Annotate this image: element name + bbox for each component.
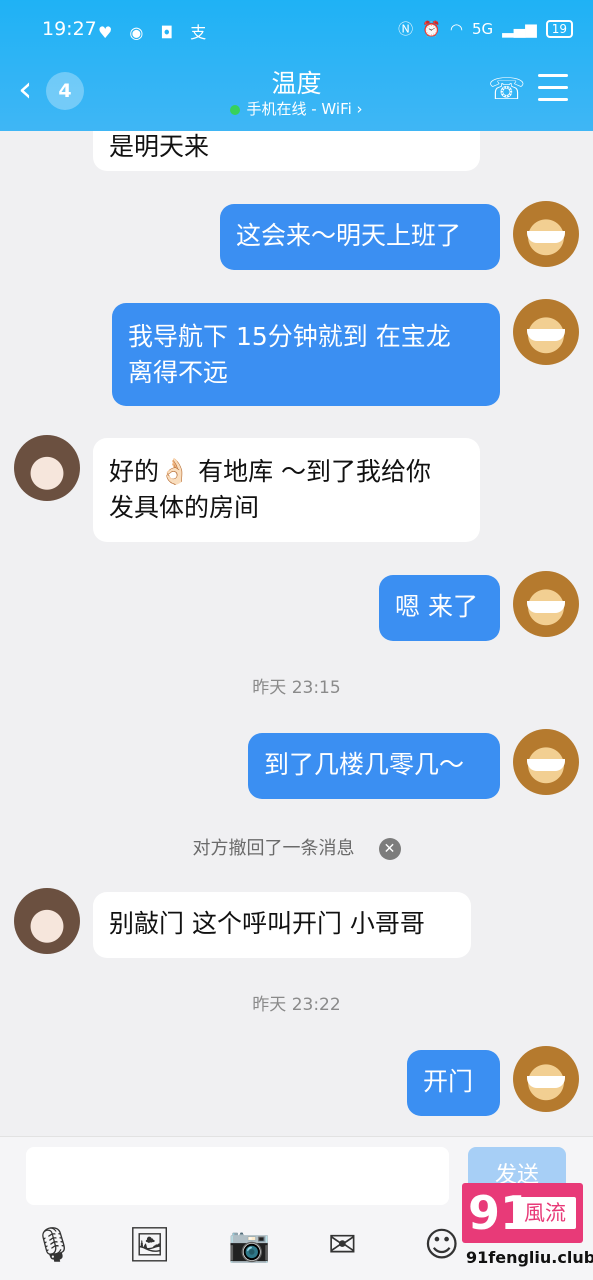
menu-icon[interactable]: [538, 74, 568, 102]
my-avatar[interactable]: [513, 571, 579, 637]
chat-header: 19:27 ♥ ◉ ◘ 支 Ⓝ ⏰ ◠ 5G ▂▄▆ 19 ‹ 4 温度 手机在…: [0, 0, 593, 131]
message-bubble-outgoing[interactable]: 到了几楼几零几～: [248, 733, 500, 799]
message-text-line: 好的👌🏻 有地库 ～到了我给你: [109, 457, 432, 486]
timestamp-divider: 昨天 23:15: [252, 678, 341, 698]
my-avatar[interactable]: [513, 729, 579, 795]
alarm-icon: ⏰: [422, 19, 441, 38]
microphone-icon[interactable]: 🎙: [32, 1225, 75, 1265]
message-bubble-incoming[interactable]: 是明天来: [93, 131, 480, 171]
my-avatar[interactable]: [513, 201, 579, 267]
message-list[interactable]: 是明天来 这会来～明天上班了 我导航下 15分钟就到 在宝龙 离得不远 好的👌🏻…: [0, 131, 593, 1136]
message-text: 嗯 来了: [395, 592, 478, 621]
status-time: 19:27: [42, 18, 97, 40]
message-text-line: 离得不远: [128, 358, 229, 387]
watermark-url: 91fengliu.club: [466, 1248, 593, 1267]
message-bubble-outgoing[interactable]: 这会来～明天上班了: [220, 204, 500, 270]
message-text: 别敲门 这个呼叫开门 小哥哥: [109, 909, 425, 938]
message-bubble-outgoing[interactable]: 我导航下 15分钟就到 在宝龙 离得不远: [112, 303, 500, 406]
message-text-line: 发具体的房间: [109, 493, 260, 522]
revoked-notice: 对方撤回了一条消息 ✕: [0, 834, 593, 860]
contact-avatar[interactable]: [14, 435, 80, 501]
message-text: 是明天来: [109, 132, 210, 161]
revoked-text: 对方撤回了一条消息: [192, 838, 355, 859]
watermark-logo: 91 風流: [462, 1183, 583, 1243]
signal-icon: ▂▄▆: [502, 19, 537, 38]
nfc-icon: Ⓝ: [398, 20, 414, 38]
message-text-line: 我导航下 15分钟就到 在宝龙: [128, 322, 451, 351]
close-icon[interactable]: ✕: [378, 838, 401, 860]
my-avatar[interactable]: [513, 299, 579, 365]
wifi-icon: ◠: [449, 19, 463, 38]
emoji-icon[interactable]: ☺: [424, 1225, 459, 1265]
message-text: 这会来～明天上班了: [236, 221, 462, 250]
online-status-text: 手机在线 - WiFi ›: [246, 100, 363, 118]
red-packet-icon[interactable]: ✉: [328, 1225, 357, 1265]
status-icons: ♥ ◉ ◘ 支: [98, 23, 213, 42]
message-input[interactable]: [26, 1147, 449, 1205]
system-icons: Ⓝ ⏰ ◠ 5G ▂▄▆ 19: [398, 18, 573, 39]
contact-avatar[interactable]: [14, 888, 80, 954]
message-text: 到了几楼几零几～: [264, 750, 465, 779]
message-bubble-outgoing[interactable]: 开门: [407, 1050, 500, 1116]
timestamp-divider: 昨天 23:22: [252, 995, 341, 1015]
image-icon[interactable]: 🖼: [128, 1225, 171, 1265]
network-label: 5G: [471, 19, 494, 38]
status-bar: 19:27 ♥ ◉ ◘ 支 Ⓝ ⏰ ◠ 5G ▂▄▆ 19: [0, 0, 593, 60]
online-dot-icon: [230, 104, 241, 115]
message-bubble-incoming[interactable]: 好的👌🏻 有地库 ～到了我给你 发具体的房间: [93, 438, 480, 542]
message-bubble-outgoing[interactable]: 嗯 来了: [379, 575, 500, 641]
message-text: 开门: [423, 1067, 474, 1096]
phone-icon[interactable]: ☏: [488, 72, 526, 107]
message-bubble-incoming[interactable]: 别敲门 这个呼叫开门 小哥哥: [93, 892, 471, 958]
camera-icon[interactable]: 📷: [228, 1225, 270, 1265]
battery-indicator: 19: [545, 19, 573, 38]
watermark-brand: 風流: [514, 1197, 576, 1229]
my-avatar[interactable]: [513, 1046, 579, 1112]
